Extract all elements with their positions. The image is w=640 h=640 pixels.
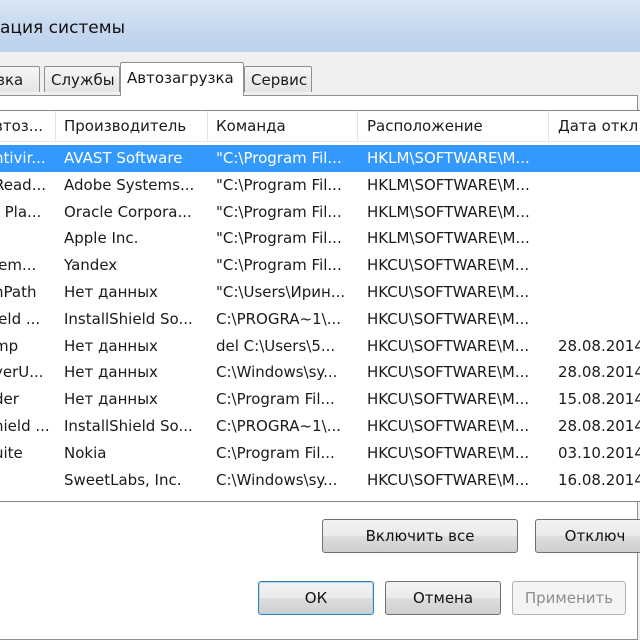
cell-manufacturer: Adobe Systems... [64,175,195,194]
table-row[interactable]: yerU... Нет данных C:\Windows\sy... HKCU\SO… [0,359,640,386]
cell-date-disabled [552,172,640,199]
cell-date-disabled: 28.08.2014 [558,363,640,382]
cell-command: C:\PROGRA~1\... [216,309,342,328]
cell-manufacturer: Нет данных [64,336,158,355]
cell-location: HKLM\SOFTWARE\M... [367,202,530,221]
table-row[interactable]: ) Pla... Oracle Corpora... "C:\Program Fil… [0,199,640,226]
table-row[interactable]: ield ... InstallShield So... C:\PROGRA~1\.… [0,306,640,333]
cell-command: C:\PROGRA~1\... [216,417,342,435]
cell-command: "C:\Users\Ирин... [216,283,346,301]
window-title: ация системы [0,18,126,38]
cell-manufacturer: SweetLabs, Inc. [64,470,182,489]
cell-manufacturer: Нет данных [64,390,158,409]
cell-location: HKLM\SOFTWARE\M... [367,175,530,194]
disable-all-button[interactable]: Отключ [535,519,640,553]
cell-location: HKCU\SOFTWARE\M... [367,283,530,301]
cell-command: C:\Program Fil... [216,443,335,462]
table-row[interactable]: Read... Adobe Systems... "C:\Program Fil..… [0,172,640,199]
table-row[interactable]: mp Нет данных del C:\Users\5... HKCU\SOFTWA… [0,333,640,360]
cell-item: uite [0,443,23,462]
cell-manufacturer: Apple Inc. [64,229,139,248]
table-row[interactable]: hield ... InstallShield So... C:\PROGRA~1\… [0,413,640,440]
cell-item: mp [0,336,19,355]
cell-location: HKCU\SOFTWARE\M... [367,336,530,355]
cell-date-disabled [552,279,640,306]
cell-location: HKCU\SOFTWARE\M... [367,309,530,328]
cell-command: "C:\Program Fil... [216,149,342,167]
column-header-manufacturer[interactable]: Производитель [58,111,208,141]
cell-item: yerU... [0,363,44,382]
cell-command: C:\Windows\sy... [216,363,338,382]
startup-items-list[interactable]: втоз... Производитель Команда Расположен… [0,110,640,502]
cell-location: HKCU\SOFTWARE\M... [367,363,530,382]
cancel-button[interactable]: Отмена [385,581,501,615]
cell-item: nPath [0,283,37,301]
table-row[interactable]: SweetLabs, Inc. C:\Windows\sy... HKCU\SOFT… [0,467,640,494]
column-header-command[interactable]: Команда [210,111,358,141]
cell-command: "C:\Program Fil... [216,175,342,194]
table-row[interactable]: uite Nokia C:\Program Fil... HKCU\SOFTWARE\… [0,440,640,467]
cell-item: hield ... [0,417,50,435]
cell-location: HKCU\SOFTWARE\M... [367,417,530,435]
cell-item: ntivir... [0,149,46,167]
tab-startup[interactable]: Автозагрузка [120,62,244,96]
tab-services[interactable]: Службы [44,66,120,92]
cell-date-disabled: 03.10.2014 [558,443,640,462]
column-header-location[interactable]: Расположение [361,111,549,141]
column-header-date-disabled[interactable]: Дата откл [552,111,640,141]
cell-date-disabled: 15.08.2014 [558,390,640,409]
tab-strip: зка Службы Автозагрузка Сервис [0,62,640,96]
cell-manufacturer: Nokia [64,443,107,462]
cell-item: Read... [0,175,46,194]
cell-date-disabled: 28.08.2014 [558,417,640,435]
cell-date-disabled [552,225,640,252]
table-row[interactable]: Apple Inc. "C:\Program Fil... HKLM\SOFTWAR… [0,225,640,252]
cell-item: lem... [0,256,37,275]
cell-date-disabled [552,199,640,226]
title-bar: ация системы [0,0,640,52]
cell-location: HKLM\SOFTWARE\M... [367,149,530,167]
cell-command: "C:\Program Fil... [216,229,342,248]
cell-date-disabled [552,145,640,172]
cell-date-disabled [552,306,640,333]
system-configuration-dialog: зка Службы Автозагрузка Сервис втоз... П… [0,52,640,640]
table-row[interactable]: nPath Нет данных "C:\Users\Ирин... HKCU\SOF… [0,279,640,306]
apply-button[interactable]: Применить [512,581,626,615]
cell-command: "C:\Program Fil... [216,202,342,221]
cell-command: C:\Windows\sy... [216,470,338,489]
cell-item: ) Pla... [0,202,42,221]
cell-manufacturer: Нет данных [64,363,158,382]
cell-location: HKLM\SOFTWARE\M... [367,229,530,248]
ok-button[interactable]: ОК [258,581,374,615]
cell-manufacturer: InstallShield So... [64,417,193,435]
cell-location: HKCU\SOFTWARE\M... [367,470,530,489]
cell-item: ield ... [0,309,41,328]
table-row[interactable]: ntivir... AVAST Software "C:\Program Fil..… [0,145,640,172]
cell-location: HKCU\SOFTWARE\M... [367,390,530,409]
cell-location: HKCU\SOFTWARE\M... [367,256,530,275]
cell-manufacturer: AVAST Software [64,149,183,167]
table-row[interactable]: lem... Yandex "C:\Program Fil... HKCU\SOFTW… [0,252,640,279]
table-row[interactable]: der Нет данных C:\Program Fil... HKCU\SOFTW… [0,386,640,413]
startup-tab-panel: втоз... Производитель Команда Расположен… [0,95,640,640]
cell-command: del C:\Users\5... [216,336,336,355]
enable-all-button[interactable]: Включить все [322,519,518,553]
list-header: втоз... Производитель Команда Расположен… [0,111,640,142]
cell-manufacturer: Yandex [64,256,118,275]
cell-manufacturer: Oracle Corpora... [64,202,192,221]
cell-command: C:\Program Fil... [216,390,335,409]
cell-item [0,467,56,494]
column-header-item[interactable]: втоз... [0,111,56,141]
cell-item [0,225,56,252]
cell-date-disabled: 28.08.2014 [558,336,640,355]
cell-location: HKCU\SOFTWARE\M... [367,443,530,462]
tab-tools[interactable]: Сервис [244,66,312,92]
tab-boot[interactable]: зка [0,66,40,92]
cell-item: der [0,390,19,409]
cell-date-disabled: 16.08.2014 [558,470,640,489]
cell-command: "C:\Program Fil... [216,256,342,275]
cell-date-disabled [552,252,640,279]
cell-manufacturer: Нет данных [64,283,158,301]
cell-manufacturer: InstallShield So... [64,309,193,328]
